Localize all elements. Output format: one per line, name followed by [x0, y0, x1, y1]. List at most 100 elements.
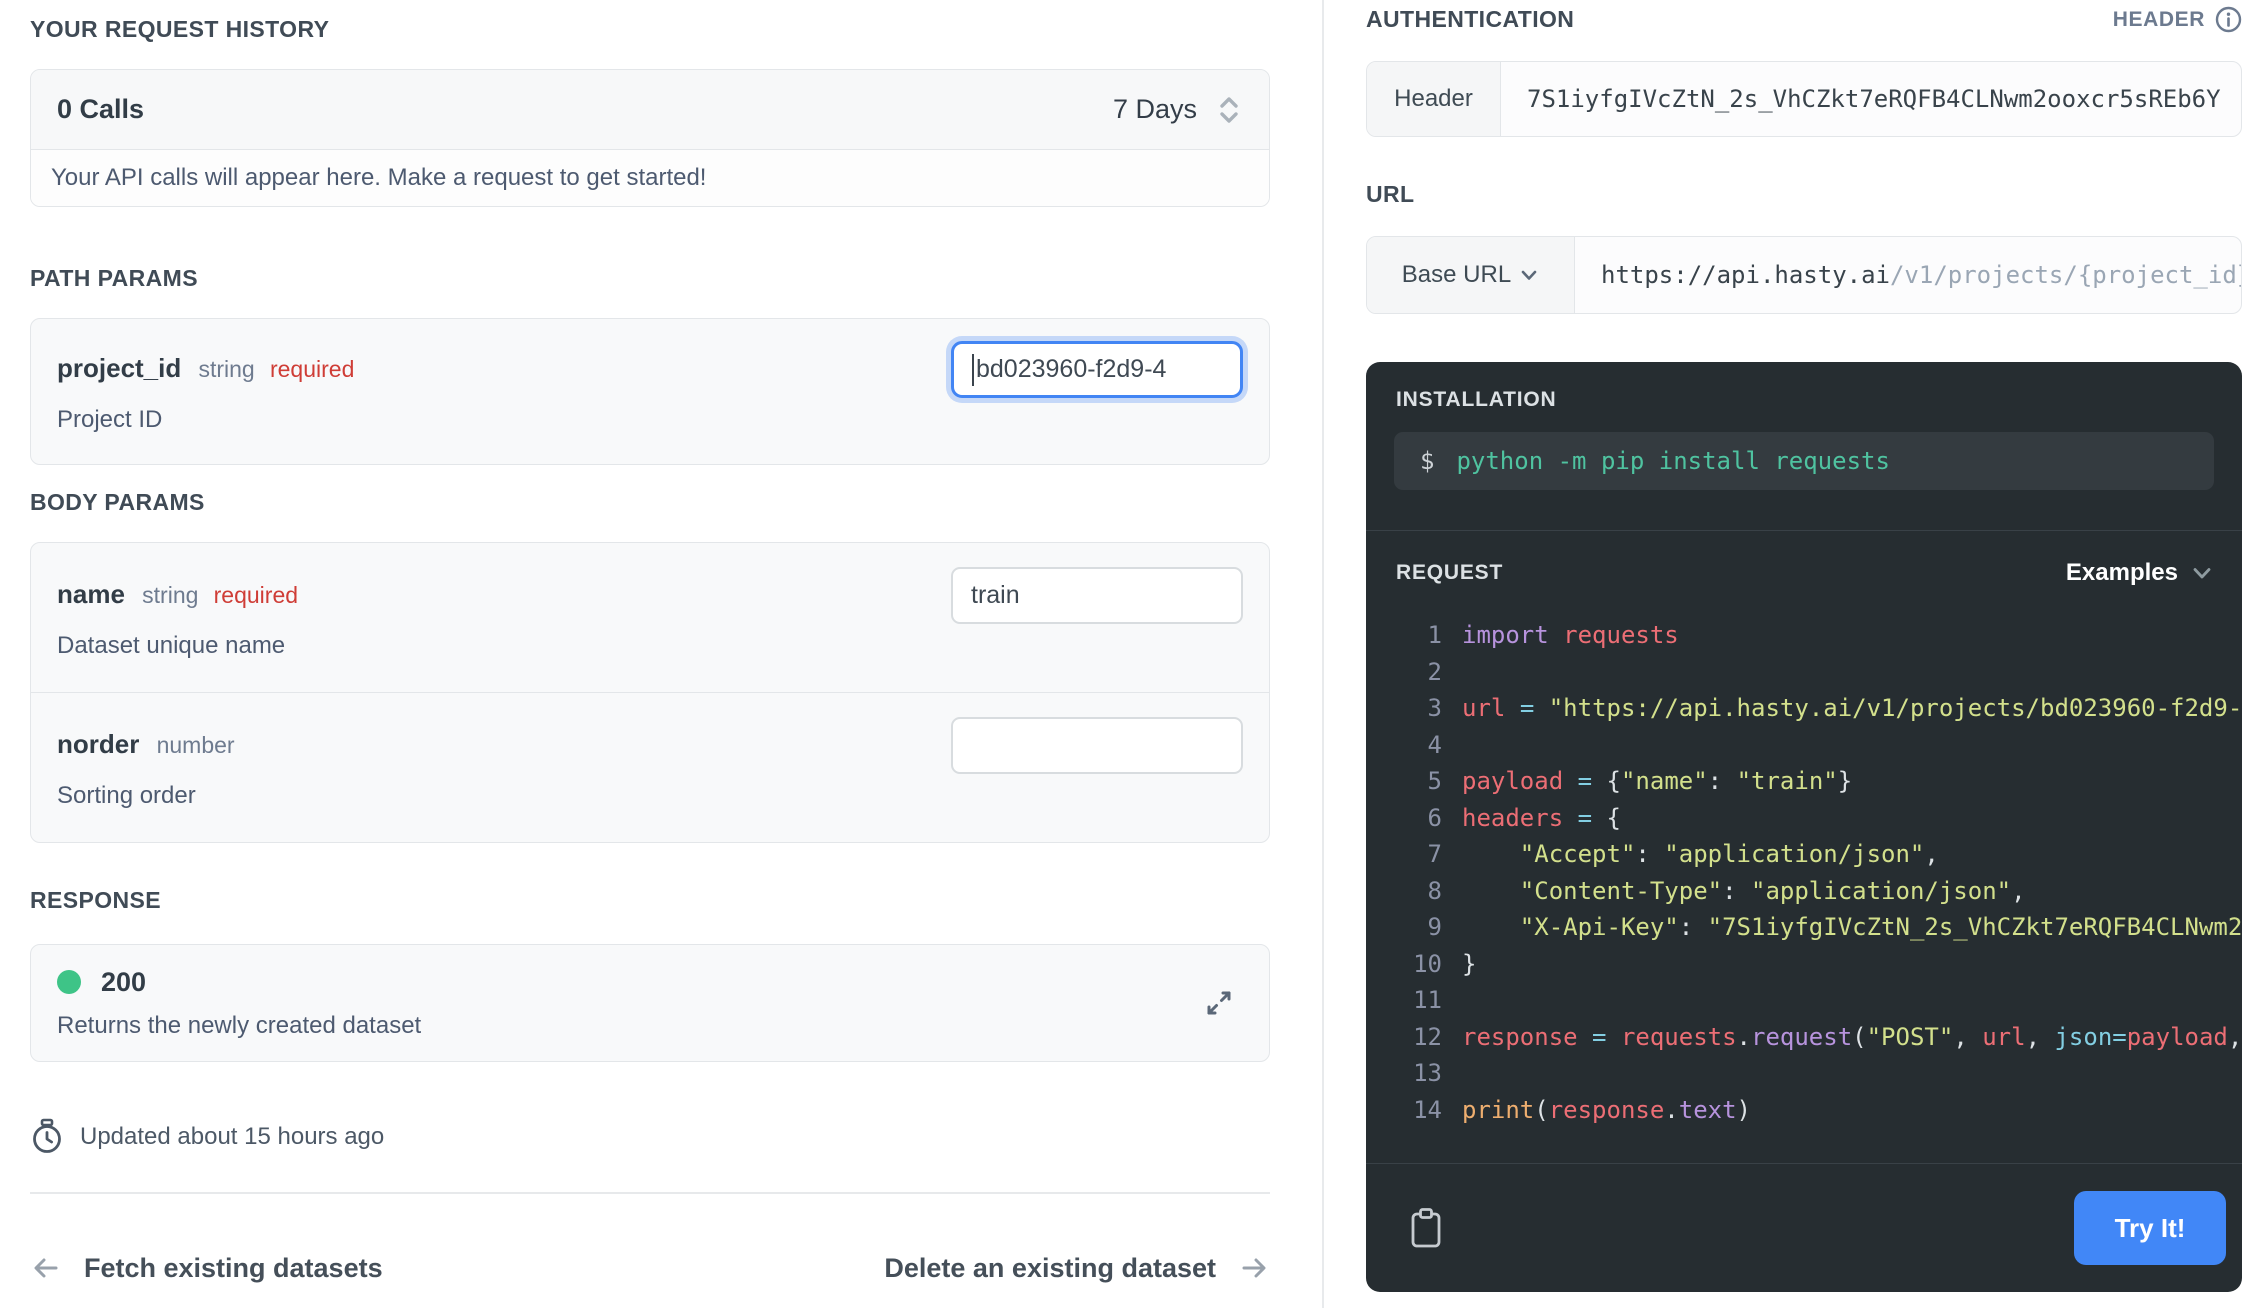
code-line: 3url = "https://api.hasty.ai/v1/projects… — [1380, 690, 2242, 727]
param-info: project_id string required Project ID — [57, 341, 951, 434]
body-params-card: name string required Dataset unique name… — [30, 542, 1270, 843]
expand-icon — [1199, 983, 1239, 1023]
info-icon[interactable] — [2215, 6, 2242, 33]
url-value: https://api.hasty.ai/v1/projects/{projec… — [1575, 237, 2241, 313]
api-reference-page: YOUR REQUEST HISTORY 0 Calls 7 Days Your… — [0, 0, 2258, 1308]
code-sample[interactable]: 1import requests2 3url = "https://api.ha… — [1366, 617, 2242, 1128]
code-line: 13 — [1380, 1055, 2242, 1092]
time-range-select[interactable]: 7 Days — [1113, 94, 1197, 125]
auth-key-value-input[interactable]: 7S1iyfgIVcZtN_2s_VhCZkt7eRQFB4CLNwm2ooxc… — [1501, 62, 2241, 136]
norder-input[interactable] — [951, 717, 1243, 774]
code-line: 4 — [1380, 727, 2242, 764]
base-url-select[interactable]: Base URL — [1367, 237, 1575, 313]
footer-navigation: Fetch existing datasets Delete an existi… — [30, 1252, 1270, 1284]
name-input[interactable]: train — [951, 567, 1243, 624]
request-history-empty-message: Your API calls will appear here. Make a … — [51, 164, 706, 192]
panel-footer: Try It! — [1366, 1164, 2242, 1292]
code-line: 11 — [1380, 982, 2242, 1019]
param-description: Dataset unique name — [57, 632, 951, 660]
code-line: 6headers = { — [1380, 800, 2242, 837]
calls-count: 0 Calls — [57, 94, 144, 125]
body-params-heading: BODY PARAMS — [30, 489, 1270, 516]
project-id-input-value: bd023960-f2d9-4 — [976, 355, 1166, 384]
install-command-box: $ python -m pip install requests — [1394, 432, 2214, 490]
path-params-heading: PATH PARAMS — [30, 265, 1270, 292]
code-line: 2 — [1380, 654, 2242, 691]
status-dot-icon — [57, 970, 81, 994]
examples-dropdown[interactable]: Examples — [2066, 559, 2214, 587]
param-info: norder number Sorting order — [57, 717, 951, 810]
updated-row: Updated about 15 hours ago — [30, 1118, 1270, 1156]
param-title: norder number — [57, 729, 951, 760]
shell-prompt: $ — [1420, 447, 1434, 475]
param-title: project_id string required — [57, 353, 951, 384]
request-header-row: REQUEST Examples — [1396, 559, 2214, 587]
request-history-card: 0 Calls 7 Days Your API calls will appea… — [30, 69, 1270, 207]
code-line: 7 "Accept": "application/json", — [1380, 836, 2242, 873]
base-url-label: Base URL — [1402, 261, 1511, 289]
response-main: 200 Returns the newly created dataset — [57, 967, 1199, 1040]
code-line: 8 "Content-Type": "application/json", — [1380, 873, 2242, 910]
param-type: string — [198, 356, 254, 382]
next-page-link[interactable]: Delete an existing dataset — [884, 1252, 1270, 1284]
param-description: Project ID — [57, 406, 951, 434]
project-id-input[interactable]: bd023960-f2d9-4 — [951, 341, 1243, 398]
param-row-norder: norder number Sorting order — [31, 692, 1269, 842]
param-name: norder — [57, 729, 139, 759]
param-title: name string required — [57, 579, 951, 610]
try-it-button[interactable]: Try It! — [2074, 1191, 2226, 1265]
panel-divider — [1366, 530, 2242, 531]
prev-page-label: Fetch existing datasets — [84, 1253, 383, 1284]
installation-heading: INSTALLATION — [1396, 388, 2242, 412]
authentication-row: AUTHENTICATION HEADER — [1366, 6, 2242, 33]
select-chevrons-icon[interactable] — [1215, 92, 1243, 128]
status-code: 200 — [101, 967, 146, 998]
left-column: YOUR REQUEST HISTORY 0 Calls 7 Days Your… — [30, 0, 1270, 1284]
prev-page-link[interactable]: Fetch existing datasets — [30, 1252, 383, 1284]
code-line: 1import requests — [1380, 617, 2242, 654]
param-required-badge: required — [270, 356, 354, 382]
response-card: 200 Returns the newly created dataset — [30, 944, 1270, 1062]
auth-type-badge: HEADER — [2113, 6, 2242, 33]
copy-code-button[interactable] — [1408, 1202, 1452, 1254]
authentication-heading: AUTHENTICATION — [1366, 6, 1574, 33]
request-history-summary-row: 0 Calls 7 Days — [31, 70, 1269, 150]
code-line: 14print(response.text) — [1380, 1092, 2242, 1129]
param-row-name: name string required Dataset unique name… — [31, 543, 1269, 692]
footer-divider — [30, 1192, 1270, 1194]
code-line: 9 "X-Api-Key": "7S1iyfgIVcZtN_2s_VhCZkt7… — [1380, 909, 2242, 946]
url-card: Base URL https://api.hasty.ai/v1/project… — [1366, 236, 2242, 314]
clipboard-icon — [1408, 1206, 1444, 1250]
auth-type-label: HEADER — [2113, 8, 2205, 32]
updated-text: Updated about 15 hours ago — [80, 1123, 384, 1151]
response-description: Returns the newly created dataset — [57, 1012, 1199, 1040]
param-row-project-id: project_id string required Project ID bd… — [31, 319, 1269, 464]
auth-key-label: Header — [1367, 62, 1501, 136]
arrow-right-icon — [1238, 1252, 1270, 1284]
url-heading: URL — [1366, 181, 2242, 208]
request-heading: REQUEST — [1396, 561, 1503, 585]
code-panel: INSTALLATION $ python -m pip install req… — [1366, 362, 2242, 1292]
expand-response-button[interactable] — [1199, 983, 1239, 1023]
param-description: Sorting order — [57, 782, 951, 810]
right-column: AUTHENTICATION HEADER Header 7S1iyfgIVcZ… — [1366, 0, 2242, 1292]
code-line: 5payload = {"name": "train"} — [1380, 763, 2242, 800]
param-required-badge: required — [214, 582, 298, 608]
name-input-value: train — [971, 581, 1020, 610]
arrow-left-icon — [30, 1252, 62, 1284]
next-page-label: Delete an existing dataset — [884, 1253, 1216, 1284]
code-line: 10} — [1380, 946, 2242, 983]
examples-label: Examples — [2066, 559, 2178, 587]
response-heading: RESPONSE — [30, 887, 1270, 914]
param-name: project_id — [57, 353, 181, 383]
param-info: name string required Dataset unique name — [57, 567, 951, 660]
clock-icon — [30, 1118, 64, 1156]
param-type: string — [142, 582, 198, 608]
column-divider — [1322, 0, 1324, 1308]
path-params-card: project_id string required Project ID bd… — [30, 318, 1270, 465]
text-caret — [972, 354, 974, 386]
param-type: number — [157, 732, 235, 758]
response-status: 200 — [57, 967, 1199, 998]
install-command: python -m pip install requests — [1456, 447, 1889, 475]
code-line: 12response = requests.request("POST", ur… — [1380, 1019, 2242, 1056]
